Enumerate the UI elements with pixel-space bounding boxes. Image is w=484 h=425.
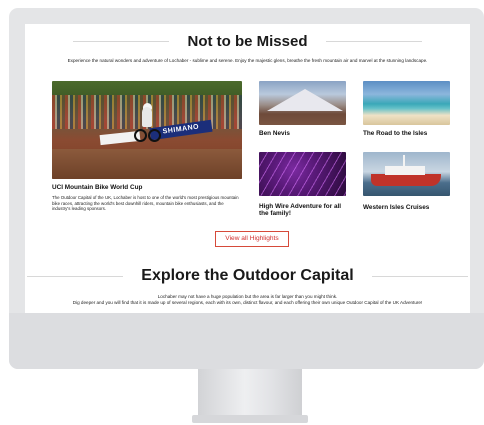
monitor-stand-base: [192, 415, 308, 423]
heading-rule-right: [371, 275, 468, 277]
monitor-stand: [198, 369, 302, 417]
highlight-title-western-isles-cruises[interactable]: Western Isles Cruises: [363, 204, 429, 211]
monitor-chin: [9, 313, 484, 369]
monitor-screen: Not to be Missed Experience the natural …: [25, 24, 470, 313]
road-to-the-isles-photo[interactable]: [363, 81, 450, 125]
section-title: Not to be Missed: [187, 32, 308, 50]
highlight-title-road-to-the-isles[interactable]: The Road to the Isles: [363, 130, 427, 137]
heading-rule-right: [325, 40, 422, 42]
heading-rule-left: [73, 40, 170, 42]
featured-title[interactable]: UCI Mountain Bike World Cup: [52, 184, 142, 191]
section-heading-not-to-be-missed: Not to be Missed: [25, 31, 470, 51]
section-title: Explore the Outdoor Capital: [141, 267, 354, 284]
section-heading-explore: Explore the Outdoor Capital: [25, 266, 470, 286]
high-wire-adventure-photo[interactable]: [259, 152, 346, 196]
highlight-title-ben-nevis[interactable]: Ben Nevis: [259, 130, 290, 137]
explore-intro-text: Lochaber may not have a huge population …: [31, 294, 464, 306]
ben-nevis-photo[interactable]: [259, 81, 346, 125]
explore-intro-line-2: Dig deeper and you will find that it is …: [72, 300, 423, 305]
dirt-track: [52, 149, 242, 179]
featured-photo-mountain-bike-race[interactable]: SHIMANO: [52, 81, 242, 179]
featured-description: The Outdoor Capital of the UK, Lochaber …: [52, 195, 239, 212]
section-intro-text: Experience the natural wonders and adven…: [67, 58, 428, 63]
western-isles-cruise-photo[interactable]: [363, 152, 450, 196]
view-all-highlights-button[interactable]: View all Highlights: [215, 231, 289, 247]
heading-rule-left: [27, 275, 124, 277]
highlight-title-high-wire[interactable]: High Wire Adventure for all the family!: [259, 203, 351, 217]
rider-graphic: [134, 103, 161, 143]
